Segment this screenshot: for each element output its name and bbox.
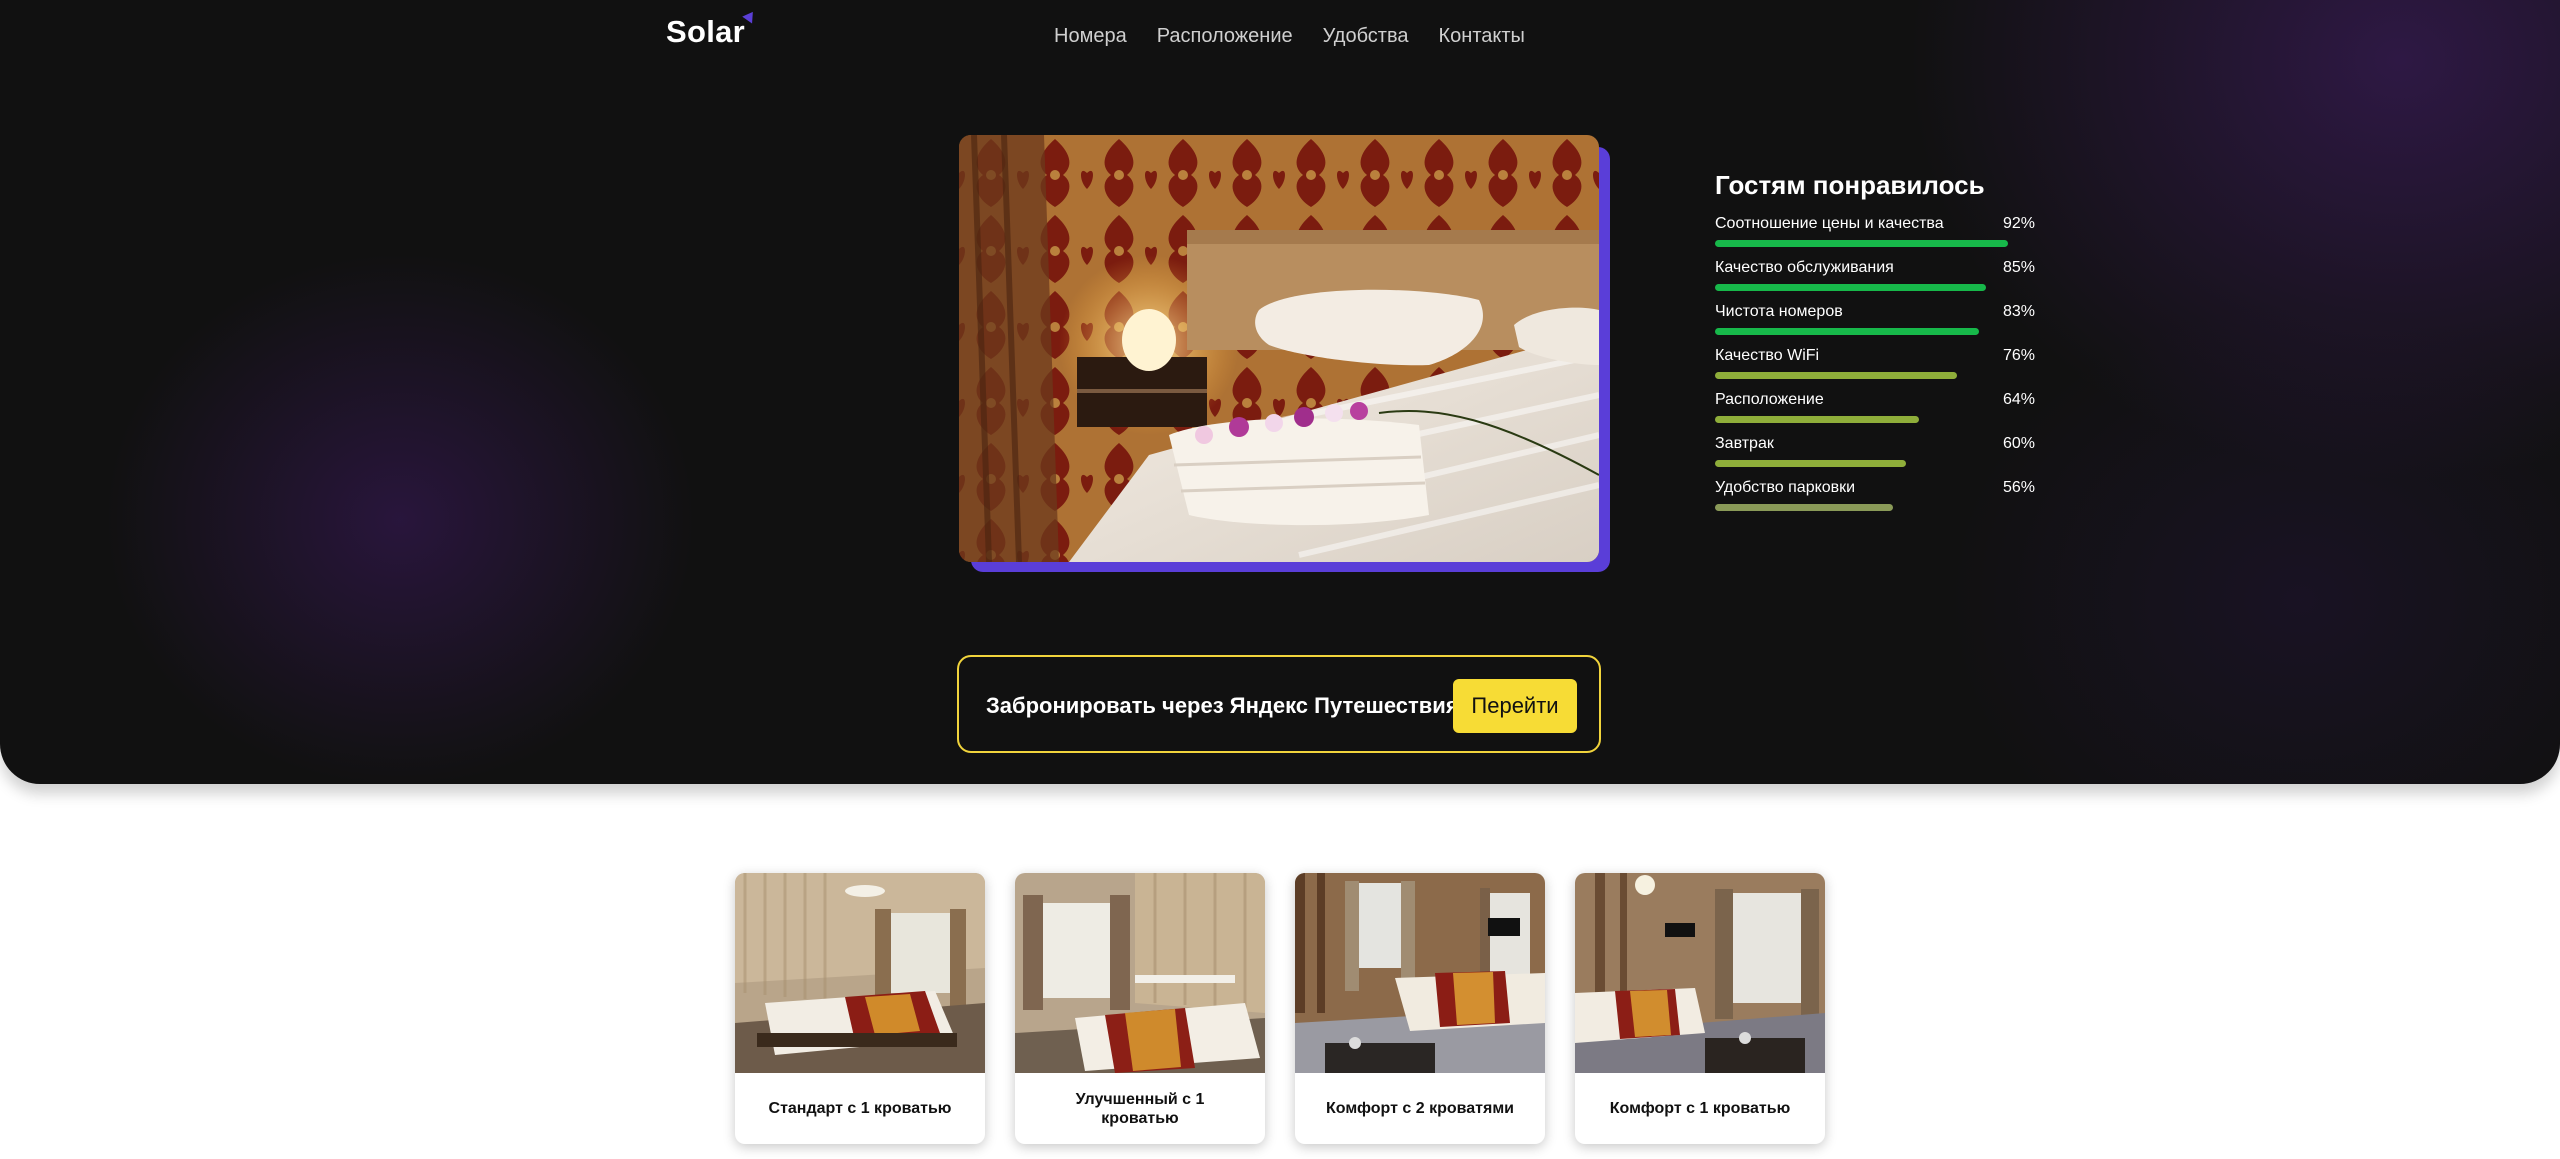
- room-card-comfort-1bed[interactable]: Комфорт с 1 кроватью: [1575, 873, 1825, 1144]
- room-card-comfort-2beds[interactable]: Комфорт с 2 кроватями: [1295, 873, 1545, 1144]
- hero-section: Solar Номера Расположение Удобства Конта…: [0, 0, 2560, 784]
- rating-bar: [1715, 328, 1979, 335]
- rating-bar-track: [1715, 284, 2035, 291]
- rating-percent: 56%: [2002, 479, 2035, 496]
- booking-panel: Забронировать через Яндекс Путешествия П…: [957, 655, 1601, 753]
- rating-label: Качество обслуживания: [1715, 259, 1894, 276]
- room-card-improved-1bed[interactable]: Улучшенный с 1 кроватью: [1015, 873, 1265, 1144]
- rating-percent: 76%: [2002, 347, 2035, 364]
- room-title: Комфорт с 2 кроватями: [1326, 1100, 1514, 1117]
- rating-row: Соотношение цены и качества 92%: [1715, 215, 2035, 259]
- rating-bar-track: [1715, 460, 2035, 467]
- room-photo: [1575, 873, 1825, 1073]
- rating-label: Расположение: [1715, 391, 1824, 408]
- rating-bar: [1715, 372, 1957, 379]
- hero-photo-frame: [959, 135, 1610, 572]
- rating-row: Расположение 64%: [1715, 391, 2035, 435]
- rating-bar: [1715, 240, 2008, 247]
- rating-bar: [1715, 460, 1906, 467]
- hero-room-photo: [959, 135, 1599, 562]
- rating-percent: 64%: [2002, 391, 2035, 408]
- booking-text: Забронировать через Яндекс Путешествия: [986, 693, 1459, 718]
- rating-bar-track: [1715, 416, 2035, 423]
- rating-label: Завтрак: [1715, 435, 1774, 452]
- rating-percent: 85%: [2002, 259, 2035, 276]
- rating-label: Удобство парковки: [1715, 479, 1856, 496]
- main-nav: Номера Расположение Удобства Контакты: [1054, 22, 1525, 50]
- rating-row: Завтрак 60%: [1715, 435, 2035, 479]
- go-button[interactable]: Перейти: [1453, 679, 1577, 733]
- rating-bar: [1715, 504, 1893, 511]
- rating-label: Соотношение цены и качества: [1715, 215, 1944, 232]
- rating-bar: [1715, 284, 1986, 291]
- rating-row: Качество обслуживания 85%: [1715, 259, 2035, 303]
- rating-label: Чистота номеров: [1715, 303, 1843, 320]
- rating-percent: 83%: [2002, 303, 2035, 320]
- guest-ratings-panel: Гостям понравилось Соотношение цены и ка…: [1715, 170, 2035, 523]
- rating-bar-track: [1715, 504, 2035, 511]
- rating-bar-track: [1715, 372, 2035, 379]
- room-photo: [735, 873, 985, 1073]
- rating-row: Качество WiFi 76%: [1715, 347, 2035, 391]
- ratings-title: Гостям понравилось: [1715, 170, 1985, 200]
- rating-bar: [1715, 416, 1919, 423]
- nav-link-rooms[interactable]: Номера: [1054, 22, 1127, 50]
- room-card-standard-1bed[interactable]: Стандарт с 1 кроватью: [735, 873, 985, 1144]
- logo[interactable]: Solar: [666, 14, 745, 50]
- room-title: Стандарт с 1 кроватью: [768, 1100, 952, 1117]
- rooms-list: Стандарт с 1 кроватью Улучшенный с 1 кро…: [735, 873, 1825, 1144]
- rating-label: Качество WiFi: [1715, 347, 1820, 364]
- nav-link-contacts[interactable]: Контакты: [1439, 22, 1525, 50]
- room-title: Комфорт с 1 кроватью: [1609, 1100, 1791, 1117]
- ratings-list: Соотношение цены и качества 92% Качество о…: [1715, 215, 2035, 523]
- nav-link-amenities[interactable]: Удобства: [1323, 22, 1409, 50]
- room-title: Улучшенный с 1 кроватью: [1075, 1090, 1205, 1127]
- rating-bar-track: [1715, 240, 2035, 247]
- rating-percent: 92%: [2002, 215, 2035, 232]
- rating-row: Удобство парковки 56%: [1715, 479, 2035, 523]
- nav-link-location[interactable]: Расположение: [1157, 22, 1293, 50]
- room-photo: [1295, 873, 1545, 1073]
- room-photo: [1015, 873, 1265, 1073]
- rating-row: Чистота номеров 83%: [1715, 303, 2035, 347]
- rating-bar-track: [1715, 328, 2035, 335]
- rating-percent: 60%: [2002, 435, 2035, 452]
